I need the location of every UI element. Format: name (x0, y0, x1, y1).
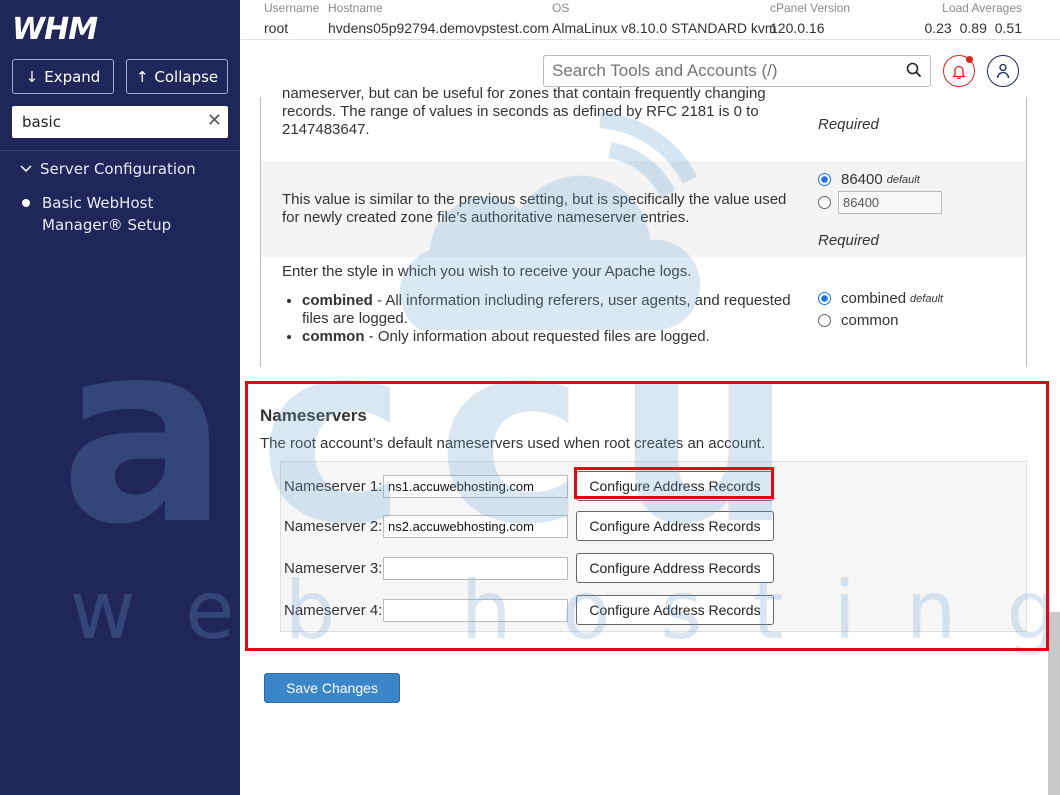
arrow-up-icon: ↑ (135, 67, 149, 86)
os-info: OS AlmaLinux v8.10.0 STANDARD kvm (552, 0, 777, 36)
whm-logo[interactable]: WHM (12, 12, 98, 47)
arrow-down-icon: ↓ (25, 67, 39, 86)
nameserver-row-4: Nameserver 4: Configure Address Records (284, 595, 774, 625)
sidebar-divider (0, 150, 240, 151)
list-text: - All information including referers, us… (302, 292, 791, 327)
radio-button-selected[interactable] (818, 173, 831, 186)
scrollbar-thumb[interactable] (1048, 612, 1060, 795)
default-tag: default (910, 292, 944, 305)
required-note: Required (818, 116, 879, 133)
hostname-info: Hostname hvdens05p92794.demovpstest.com (328, 0, 549, 36)
server-info-bar: Username root Hostname hvdens05p92794.de… (240, 0, 1060, 40)
settings-row-ttl: nameserver, but can be useful for zones … (261, 85, 1026, 161)
os-value: AlmaLinux v8.10.0 STANDARD kvm (552, 20, 777, 36)
collapse-button[interactable]: ↑ Collapse (126, 59, 228, 94)
configure-address-records-button-2[interactable]: Configure Address Records (576, 511, 774, 541)
settings-row-description: Enter the style in which you wish to rec… (282, 263, 692, 280)
required-note: Required (818, 232, 879, 249)
radio-option-default[interactable]: 86400 default (818, 171, 920, 188)
cpanel-value: 120.0.16 (770, 20, 825, 36)
settings-row-description: This value is similar to the previous se… (282, 191, 787, 226)
os-label: OS (552, 1, 570, 15)
radio-button-selected[interactable] (818, 292, 831, 305)
collapse-label: Collapse (154, 67, 219, 86)
radio-button[interactable] (818, 314, 831, 327)
user-menu-button[interactable] (987, 55, 1019, 87)
nameserver-label: Nameserver 3: (284, 559, 383, 577)
hostname-value: hvdens05p92794.demovpstest.com (328, 20, 550, 36)
settings-table: nameserver, but can be useful for zones … (260, 85, 1027, 367)
radio-label: combined (841, 290, 907, 307)
bullet-icon (22, 199, 30, 207)
sidebar-category-label: Server Configuration (40, 160, 196, 178)
search-icon[interactable] (906, 62, 922, 78)
settings-row-apache-logs: Enter the style in which you wish to rec… (261, 257, 1026, 367)
load-5: 0.89 (959, 20, 987, 36)
nameservers-title: Nameservers (260, 406, 367, 425)
list-term: common (302, 328, 365, 345)
bell-icon (952, 65, 966, 79)
load-info: Load Averages 0.23 0.89 0.51 (920, 0, 1022, 36)
user-icon (996, 63, 1010, 79)
expand-button[interactable]: ↓ Expand (12, 59, 114, 94)
configure-address-records-button-3[interactable]: Configure Address Records (576, 553, 774, 583)
nameserver-row-1: Nameserver 1: Configure Address Records (284, 471, 774, 501)
nameserver-row-3: Nameserver 3: Configure Address Records (284, 553, 774, 583)
load-15: 0.51 (994, 20, 1022, 36)
chevron-down-icon (20, 165, 32, 173)
nameserver-label: Nameserver 1: (284, 477, 383, 495)
nameserver-row-2: Nameserver 2: Configure Address Records (284, 511, 774, 541)
username-label: Username (264, 1, 320, 15)
sidebar-category-server-configuration[interactable]: Server Configuration (20, 160, 196, 178)
load-1: 0.23 (924, 20, 952, 36)
expand-label: Expand (44, 67, 101, 86)
list-text: - Only information about requested files… (364, 328, 710, 345)
load-values: 0.23 0.89 0.51 (920, 20, 1022, 36)
log-style-list: combined - All information including ref… (282, 292, 802, 346)
hostname-label: Hostname (328, 1, 383, 15)
configure-address-records-button-1[interactable]: Configure Address Records (576, 471, 774, 501)
nameserver-3-input[interactable] (383, 556, 568, 580)
default-tag: default (886, 173, 920, 186)
sidebar-item-label: Basic WebHost Manager® Setup (42, 194, 172, 234)
sidebar: WHM ↓ Expand ↑ Collapse ✕ Server Configu… (0, 0, 240, 795)
radio-label: 86400 (841, 171, 883, 188)
clear-icon[interactable]: ✕ (207, 110, 222, 131)
settings-row-ns-ttl: This value is similar to the previous se… (261, 161, 1026, 257)
sidebar-search-input[interactable] (12, 107, 192, 137)
settings-row-description: nameserver, but can be useful for zones … (282, 85, 766, 138)
username-value: root (264, 20, 289, 36)
notifications-button[interactable] (943, 55, 975, 87)
nameserver-4-input[interactable] (383, 598, 568, 622)
load-label: Load Averages (942, 1, 1022, 15)
radio-option-combined[interactable]: combined default (818, 290, 943, 307)
tool-search (543, 55, 931, 87)
nameserver-label: Nameserver 2: (284, 517, 383, 535)
save-changes-button[interactable]: Save Changes (264, 673, 400, 703)
notification-dot (966, 56, 973, 63)
radio-option-custom[interactable] (818, 191, 942, 214)
tool-search-input[interactable] (544, 56, 884, 86)
sidebar-search: ✕ (12, 106, 228, 138)
nameservers-description: The root account’s default nameservers u… (260, 435, 766, 452)
nameserver-label: Nameserver 4: (284, 601, 383, 619)
sidebar-item-basic-webhost-setup[interactable]: Basic WebHost Manager® Setup (22, 192, 222, 236)
ttl-input[interactable] (838, 191, 942, 214)
radio-option-common[interactable]: common (818, 312, 899, 329)
username-info: Username root (264, 0, 319, 36)
cpanel-label: cPanel Version (770, 1, 851, 15)
list-item: common - Only information about requeste… (302, 328, 802, 346)
configure-address-records-button-4[interactable]: Configure Address Records (576, 595, 774, 625)
list-term: combined (302, 292, 373, 309)
list-item: combined - All information including ref… (302, 292, 802, 328)
nameserver-1-input[interactable] (383, 474, 568, 498)
radio-button[interactable] (818, 196, 831, 209)
radio-label: common (841, 312, 899, 329)
nameserver-2-input[interactable] (383, 514, 568, 538)
cpanel-info: cPanel Version 120.0.16 (770, 0, 850, 36)
